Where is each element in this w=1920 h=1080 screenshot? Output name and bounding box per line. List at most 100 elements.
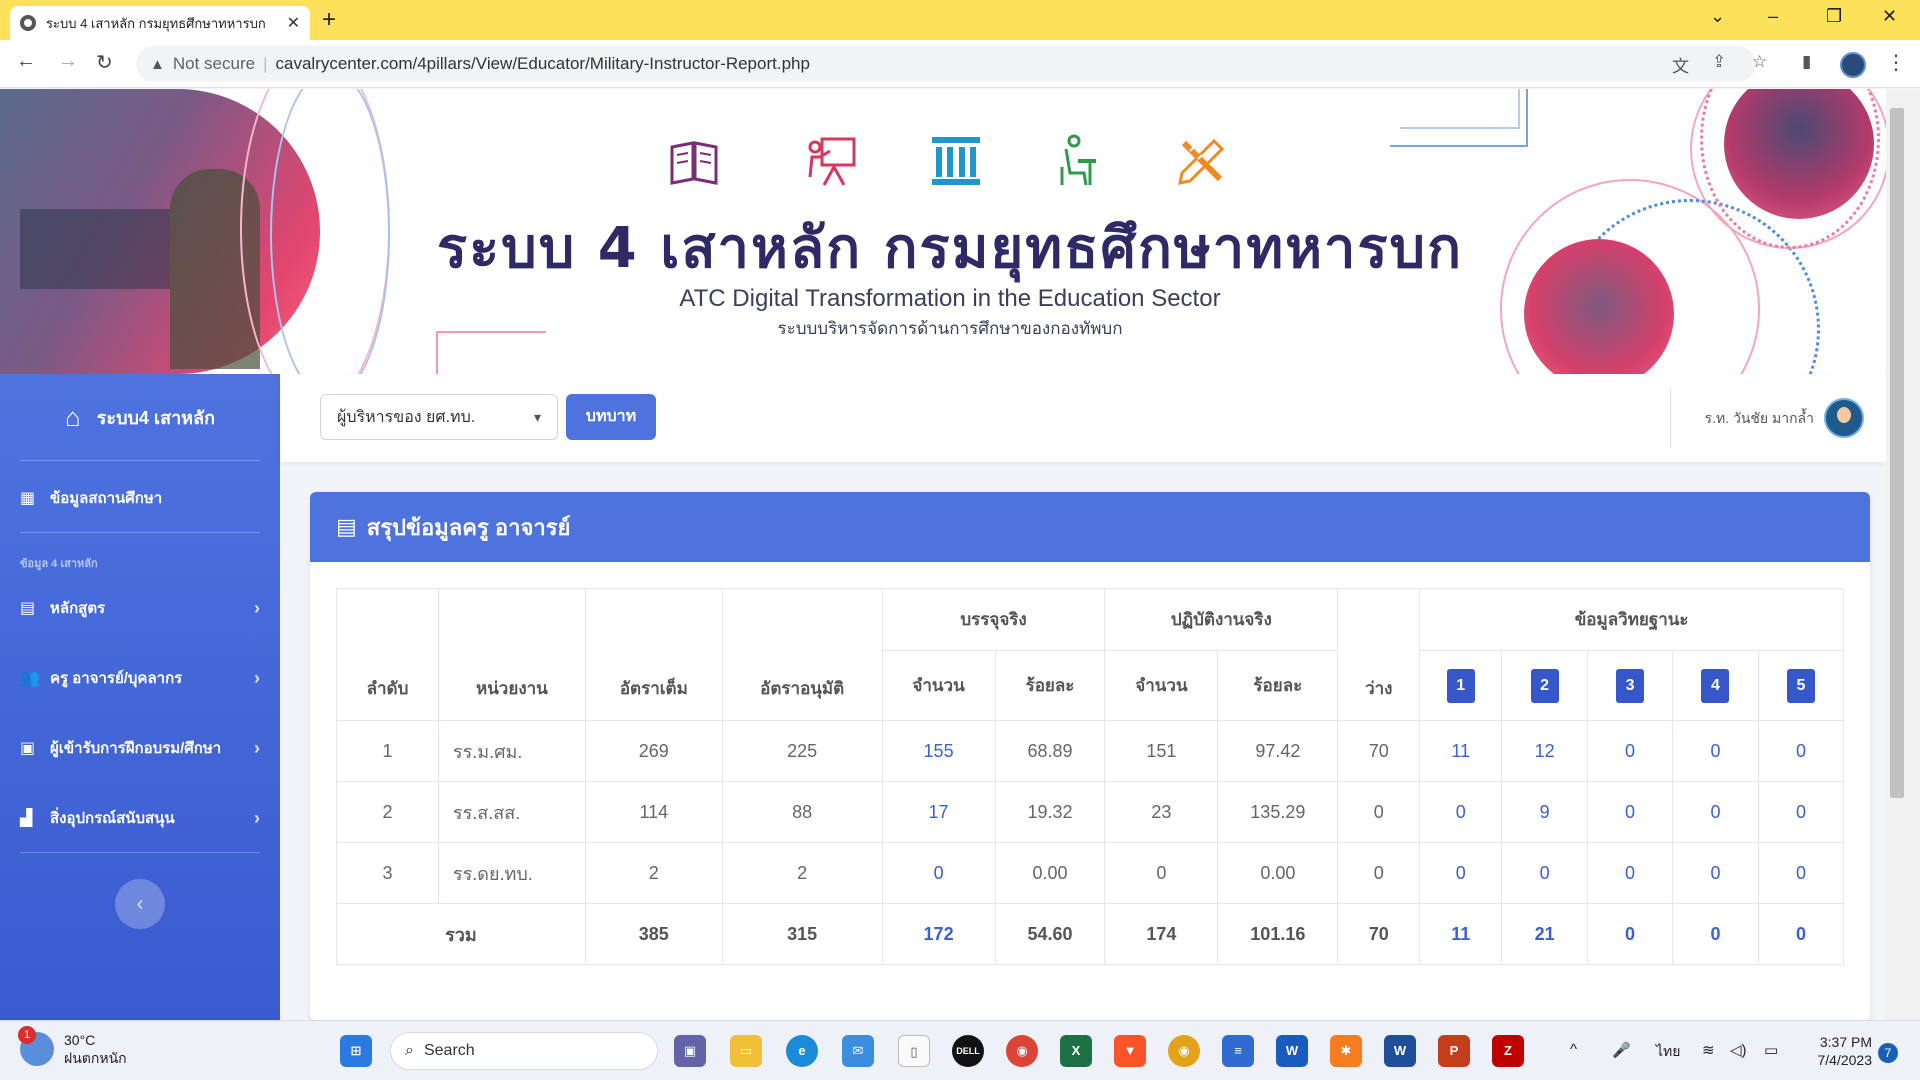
role-select[interactable]: ผู้บริหารของ ยศ.ทบ. ▾ [320, 394, 558, 440]
cell-level-1-link[interactable]: 0 [1419, 781, 1503, 843]
cell-vacant: 70 [1337, 720, 1421, 782]
close-tab-icon[interactable]: ✕ [287, 13, 300, 33]
cell-level-4-link[interactable]: 0 [1672, 781, 1759, 843]
cell-filled-link[interactable]: 17 [881, 781, 996, 843]
scrollbar-thumb[interactable] [1890, 108, 1904, 798]
language-indicator[interactable]: ไทย [1656, 1041, 1680, 1063]
notepad-icon[interactable]: ▯ [898, 1035, 930, 1067]
role-button[interactable]: บทบาท [566, 394, 656, 440]
side-panel-icon[interactable]: ▮ [1802, 52, 1811, 72]
cell-level-5-link[interactable]: 0 [1757, 903, 1845, 965]
cell-level-5-link[interactable]: 0 [1757, 720, 1845, 782]
cell-level-4-link[interactable]: 0 [1672, 903, 1759, 965]
cell-working: 0 [1104, 842, 1219, 904]
start-icon[interactable]: ⊞ [340, 1035, 372, 1067]
back-icon[interactable]: ← [16, 50, 36, 73]
chat-icon[interactable]: ▣ [674, 1035, 706, 1067]
cell-filled-link[interactable]: 172 [881, 903, 996, 965]
weather-widget[interactable]: 1 30°C ฝนตกหนัก [18, 1026, 127, 1067]
cell-level-3-link[interactable]: 0 [1587, 842, 1674, 904]
header-working: ปฏิบัติงานจริง [1104, 588, 1339, 651]
profile-avatar[interactable] [1840, 52, 1866, 78]
word-doc-icon[interactable]: W [1384, 1035, 1416, 1067]
tray-chevron-icon[interactable]: ^ [1570, 1041, 1577, 1058]
user-avatar[interactable] [1824, 398, 1864, 438]
volume-icon[interactable]: ◁) [1730, 1041, 1747, 1059]
sidebar-item-teachers[interactable]: 👥 ครู อาจารย์/บุคลากร › [20, 658, 260, 698]
cell-level-5-link[interactable]: 0 [1757, 842, 1845, 904]
cell-level-1-link[interactable]: 11 [1419, 720, 1503, 782]
header-vacant: ว่าง [1337, 588, 1421, 721]
sidebar-item-school-info[interactable]: ▦ ข้อมูลสถานศึกษา [20, 478, 260, 518]
taskbar-search[interactable]: ⌕ Search [390, 1032, 658, 1070]
microphone-icon[interactable]: 🎤 [1612, 1041, 1631, 1059]
cell-level-5-link[interactable]: 0 [1757, 781, 1845, 843]
cell-filled-link[interactable]: 155 [881, 720, 996, 782]
cell-full: 114 [584, 781, 723, 843]
excel-icon[interactable]: X [1060, 1035, 1092, 1067]
filezilla-icon[interactable]: Z [1492, 1035, 1524, 1067]
header-filled: บรรจุจริง [881, 588, 1106, 651]
cell-full: 269 [584, 720, 723, 782]
sidebar-toggle-button[interactable]: ‹ [115, 879, 165, 929]
browser-menu-icon[interactable]: ⋮ [1886, 50, 1906, 75]
sidebar-item-equipment[interactable]: ▟ สิ่งอุปกรณ์สนับสนุน › [20, 798, 260, 838]
dell-icon[interactable]: DELL [952, 1035, 984, 1067]
cell-level-4-link[interactable]: 0 [1672, 720, 1759, 782]
share-icon[interactable]: ⇪ [1712, 52, 1726, 72]
wifi-icon[interactable]: ≋ [1702, 1041, 1715, 1059]
notes-icon[interactable]: ≡ [1222, 1035, 1254, 1067]
minimize-icon[interactable]: – [1768, 6, 1778, 27]
chrome-icon[interactable]: ◉ [1006, 1035, 1038, 1067]
brave-icon[interactable]: ▼ [1114, 1035, 1146, 1067]
cell-level-2-link[interactable]: 21 [1501, 903, 1589, 965]
user-name[interactable]: ร.ท. วันชัย มากล้ำ [1680, 408, 1814, 430]
cell-level-2-link[interactable]: 12 [1501, 720, 1589, 782]
word-icon[interactable]: W [1276, 1035, 1308, 1067]
tab-search-chevron-icon[interactable]: ⌄ [1710, 6, 1725, 27]
mail-icon[interactable]: ✉ [842, 1035, 874, 1067]
sidebar-item-label: ผู้เข้ารับการฝึกอบรม/ศึกษา [50, 740, 222, 757]
cell-filled-link[interactable]: 0 [881, 842, 996, 904]
new-tab-icon[interactable]: + [322, 6, 336, 34]
cell-level-2-link[interactable]: 9 [1501, 781, 1589, 843]
cell-level-1-link[interactable]: 11 [1419, 903, 1503, 965]
not-secure-label[interactable]: Not secure [173, 54, 255, 74]
cell-no: 3 [336, 842, 439, 904]
level-badge-5: 5 [1786, 668, 1815, 703]
bookmark-star-icon[interactable]: ☆ [1752, 52, 1767, 72]
restore-icon[interactable]: ❐ [1826, 6, 1842, 27]
cell-full: 385 [584, 903, 723, 965]
cell-level-3-link[interactable]: 0 [1587, 903, 1674, 965]
forward-icon[interactable]: → [58, 50, 78, 73]
cell-level-3-link[interactable]: 0 [1587, 720, 1674, 782]
translate-icon[interactable]: 文 [1672, 52, 1689, 77]
header-qualification: ข้อมูลวิทยฐานะ [1419, 588, 1844, 651]
powerpoint-icon[interactable]: P [1438, 1035, 1470, 1067]
notification-badge[interactable]: 7 [1878, 1043, 1898, 1063]
reload-icon[interactable]: ↻ [96, 50, 113, 75]
url-field[interactable]: ▲ Not secure | cavalrycenter.com/4pillar… [136, 46, 1756, 82]
cell-level-3-link[interactable]: 0 [1587, 781, 1674, 843]
sidebar-item-trainees[interactable]: ▣ ผู้เข้ารับการฝึกอบรม/ศึกษา › [20, 728, 260, 768]
edge-icon[interactable]: e [786, 1035, 818, 1067]
cell-level-2-link[interactable]: 0 [1501, 842, 1589, 904]
url-divider: | [263, 54, 268, 73]
system-clock[interactable]: 3:37 PM 7/4/2023 [1800, 1033, 1873, 1069]
browser-tab[interactable]: ระบบ 4 เสาหลัก กรมยุทธศึกษาทหารบก ✕ [10, 6, 310, 40]
cell-full: 2 [584, 842, 723, 904]
close-window-icon[interactable]: ✕ [1882, 6, 1897, 27]
sidebar-brand[interactable]: ⌂ ระบบ4 เสาหลัก [0, 374, 280, 460]
search-icon: ⌕ [405, 1042, 414, 1059]
sidebar-divider [20, 460, 260, 461]
cell-vacant: 0 [1337, 842, 1421, 904]
chrome-profile-icon[interactable]: ◉ [1168, 1035, 1200, 1067]
cell-level-1-link[interactable]: 0 [1419, 842, 1503, 904]
teacher-summary-table: ลำดับ หน่วยงาน อัตราเต็ม อัตราอนุมัติ บร… [336, 588, 1845, 965]
file-explorer-icon[interactable]: ▭ [730, 1035, 762, 1067]
battery-icon[interactable]: ▭ [1764, 1041, 1778, 1059]
sidebar-item-curriculum[interactable]: ▤ หลักสูตร › [20, 588, 260, 628]
xampp-icon[interactable]: ✱ [1330, 1035, 1362, 1067]
cell-level-4-link[interactable]: 0 [1672, 842, 1759, 904]
sidebar-divider [20, 532, 260, 533]
